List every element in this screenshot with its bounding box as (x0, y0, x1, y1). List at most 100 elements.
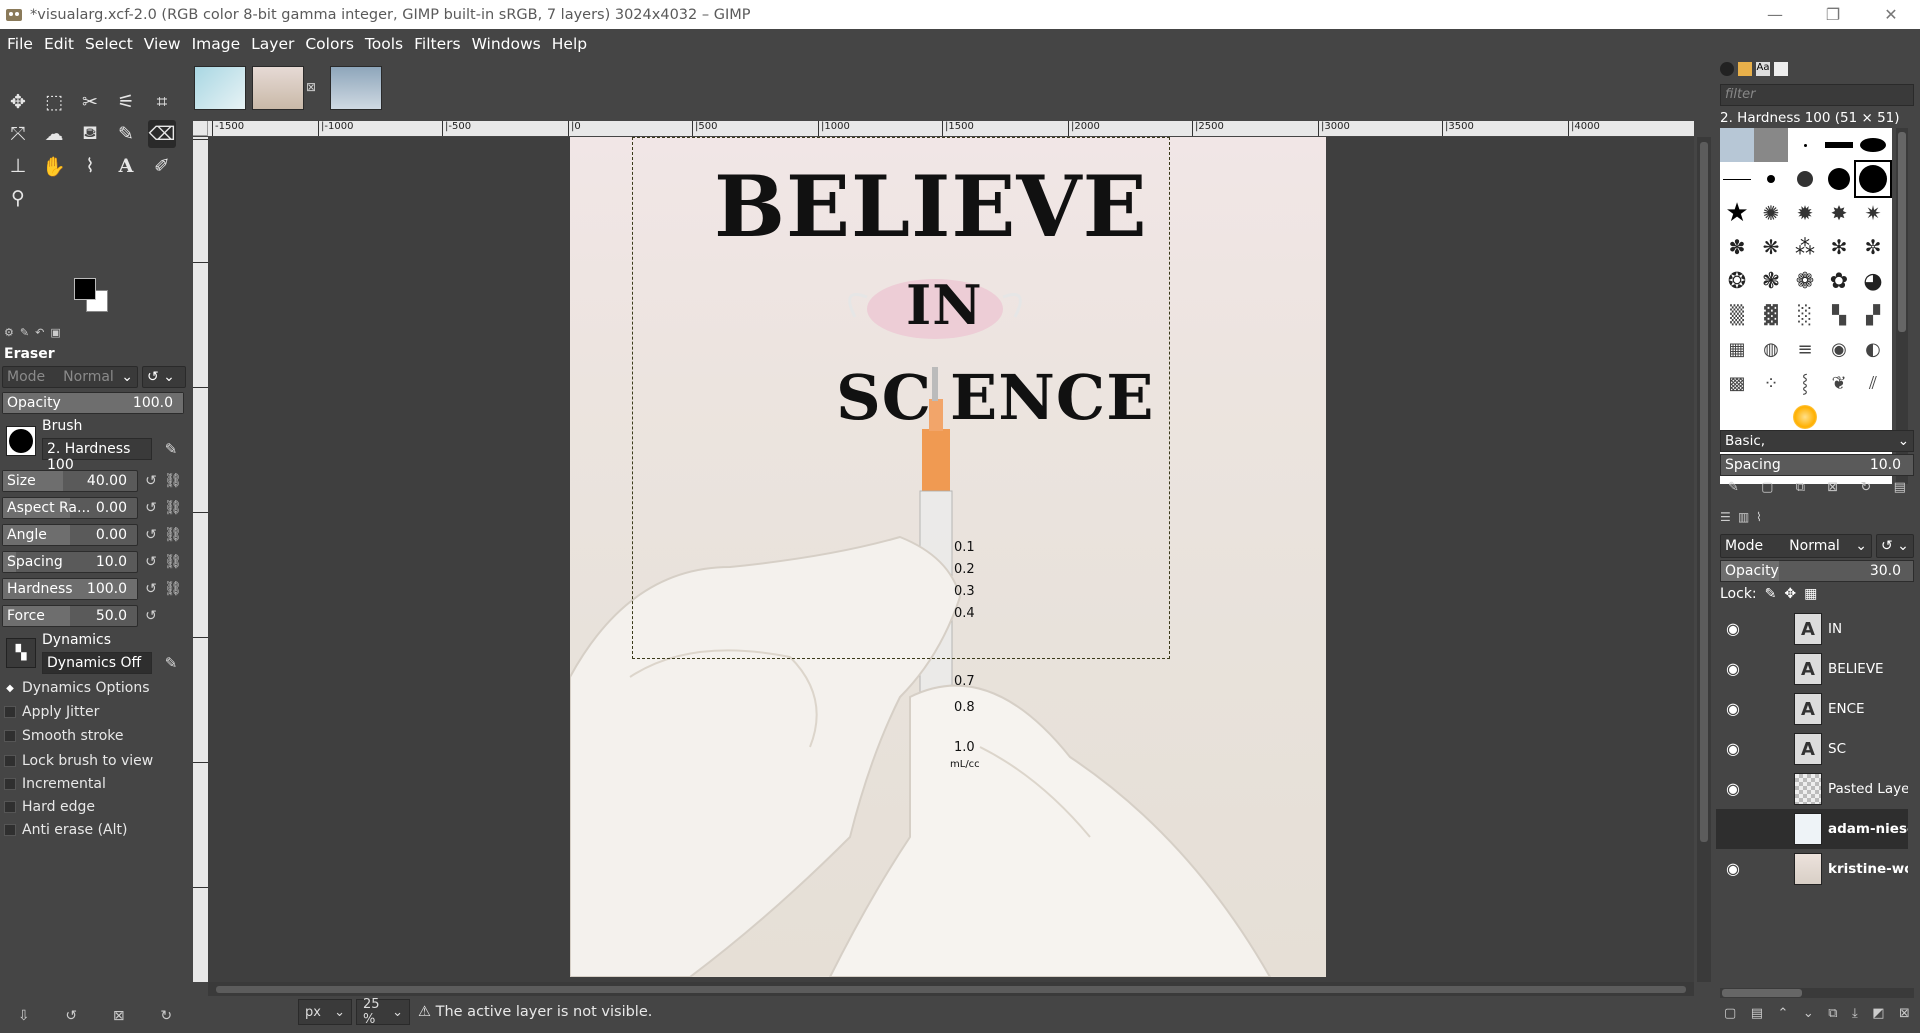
brush-cell[interactable]: ▓ (1754, 298, 1788, 332)
layers-tab-icon[interactable]: ☰ (1720, 510, 1734, 524)
text-tool-icon[interactable]: A (112, 152, 140, 180)
aspect-ratio-slider[interactable]: Aspect Ra... 0.00 (2, 497, 138, 519)
zoom-tool-icon[interactable]: ⚲ (4, 184, 32, 212)
menu-image[interactable]: Image (187, 35, 246, 53)
new-brush-icon[interactable]: ▢ (1761, 480, 1773, 500)
crop-tool-icon[interactable]: ⌗ (148, 88, 176, 116)
close-tab-icon[interactable]: ⊠ (306, 80, 316, 94)
move-tool-icon[interactable]: ✥ (4, 88, 32, 116)
delete-layer-icon[interactable]: ⊠ (1899, 1006, 1910, 1026)
brush-cell[interactable] (1754, 162, 1788, 196)
clone-tool-icon[interactable]: ⊥ (4, 152, 32, 180)
lock-alpha-icon[interactable]: ▦ (1804, 586, 1817, 602)
fg-bg-colors[interactable] (74, 278, 120, 322)
rect-select-tool-icon[interactable]: ⬚ (40, 88, 68, 116)
brush-cell[interactable]: ▩ (1720, 366, 1754, 400)
eraser-tool-icon[interactable]: ⌫ (148, 120, 176, 148)
smudge-tool-icon[interactable]: ✋ (40, 152, 68, 180)
delete-options-icon[interactable]: ⊠ (113, 1008, 125, 1030)
paths-tool-icon[interactable]: ⌇ (76, 152, 104, 180)
layer-row-selected[interactable]: ◉ adam-niescio (1716, 809, 1908, 849)
menu-tools[interactable]: Tools (360, 35, 408, 53)
brush-cell[interactable] (1788, 128, 1822, 162)
angle-slider[interactable]: Angle 0.00 (2, 524, 138, 546)
mode-select[interactable]: Mode Normal ⌄ (2, 366, 138, 388)
reset-spacing-icon[interactable]: ↺ (142, 551, 160, 573)
duplicate-brush-icon[interactable]: ⧉ (1796, 480, 1805, 500)
merge-layer-icon[interactable]: ⤓ (1852, 1006, 1858, 1026)
fuzzy-select-tool-icon[interactable]: ⚟ (112, 88, 140, 116)
link-hardness-icon[interactable]: ⛓ (164, 578, 182, 600)
warp-tool-icon[interactable]: ☁ (40, 120, 68, 148)
brush-cell[interactable]: ❦ (1822, 366, 1856, 400)
menu-windows[interactable]: Windows (467, 35, 546, 53)
brush-cell[interactable] (1720, 128, 1754, 162)
channels-tab-icon[interactable]: ▥ (1738, 510, 1752, 524)
scissors-tool-icon[interactable]: ✂ (76, 88, 104, 116)
anti-erase-checkbox[interactable]: Anti erase (Alt) (4, 820, 127, 840)
save-options-icon[interactable]: ⇩ (18, 1008, 30, 1030)
brush-preset-select[interactable]: Basic, ⌄ (1720, 430, 1914, 452)
image-tab-3[interactable] (330, 66, 382, 110)
layer-row[interactable]: ◉ A ENCE (1716, 689, 1908, 729)
force-slider[interactable]: Force 50.0 (2, 605, 138, 627)
lock-pixels-icon[interactable]: ✎ (1765, 586, 1777, 602)
brush-cell[interactable] (1754, 128, 1788, 162)
images-tab-icon[interactable]: ▣ (50, 326, 60, 339)
brush-cell[interactable] (1856, 128, 1890, 162)
paintbrush-tool-icon[interactable]: ✎ (112, 120, 140, 148)
minimize-button[interactable]: — (1746, 0, 1804, 29)
unified-transform-tool-icon[interactable]: ⤧ (4, 120, 32, 148)
brush-spacing-slider[interactable]: Spacing 10.0 (1720, 454, 1914, 476)
brush-cell[interactable]: ▒ (1720, 298, 1754, 332)
layer-row[interactable]: ◉ kristine-woo (1716, 849, 1908, 889)
device-status-tab-icon[interactable]: ✎ (20, 326, 29, 339)
horizontal-ruler[interactable]: -1500 |-1000 |-500 |0 |500 |1000 |1500 |… (208, 121, 1694, 136)
brush-cell[interactable] (1788, 400, 1822, 434)
layers-scrollbar[interactable] (1720, 988, 1914, 998)
brush-cell[interactable]: ≡ (1788, 332, 1822, 366)
brush-cell[interactable]: ✹ (1788, 196, 1822, 230)
brush-cell[interactable]: ✿ (1822, 264, 1856, 298)
link-angle-icon[interactable]: ⛓ (164, 524, 182, 546)
brush-cell[interactable]: ⫽ (1856, 366, 1890, 400)
delete-brush-icon[interactable]: ⊠ (1827, 480, 1838, 500)
reset-size-icon[interactable]: ↺ (142, 470, 160, 492)
refresh-brushes-icon[interactable]: ↻ (1860, 480, 1871, 500)
reset-options-icon[interactable]: ↻ (160, 1008, 172, 1030)
brush-cell[interactable]: ◐ (1856, 332, 1890, 366)
layer-mode-select[interactable]: Mode Normal ⌄ (1720, 534, 1872, 558)
link-size-icon[interactable]: ⛓ (164, 470, 182, 492)
undo-history-tab-icon[interactable]: ↶ (35, 326, 44, 339)
layer-row[interactable]: ◉ Pasted Layer (1716, 769, 1908, 809)
eye-visible-icon[interactable]: ◉ (1726, 779, 1748, 799)
link-aspect-icon[interactable]: ⛓ (164, 497, 182, 519)
brush-cell[interactable]: ❃ (1754, 264, 1788, 298)
smooth-stroke-checkbox[interactable]: Smooth stroke (4, 726, 124, 746)
brush-cell[interactable]: ▚ (1822, 298, 1856, 332)
reset-hardness-icon[interactable]: ↺ (142, 578, 160, 600)
link-spacing-icon[interactable]: ⛓ (164, 551, 182, 573)
dynamics-options-toggle[interactable]: ◆ Dynamics Options (4, 678, 149, 698)
brush-cell-selected[interactable] (1854, 160, 1892, 198)
canvas-area[interactable]: 0.1 0.2 0.3 0.4 0.7 0.8 1.0 mL/cc BELIEV… (208, 137, 1694, 982)
brush-cell[interactable]: ✷ (1856, 196, 1890, 230)
duplicate-layer-icon[interactable]: ⧉ (1828, 1006, 1837, 1026)
new-group-icon[interactable]: ▤ (1751, 1006, 1763, 1026)
menu-file[interactable]: File (2, 35, 38, 53)
brush-cell[interactable]: ▦ (1720, 332, 1754, 366)
vertical-scrollbar[interactable] (1697, 137, 1711, 982)
vertical-ruler[interactable] (193, 137, 208, 982)
brush-cell[interactable]: ✼ (1856, 230, 1890, 264)
size-slider[interactable]: Size 40.00 (2, 470, 138, 492)
menu-help[interactable]: Help (547, 35, 592, 53)
tool-options-tab-icon[interactable]: ⚙ (4, 326, 14, 339)
brush-cell[interactable]: ❂ (1720, 264, 1754, 298)
horizontal-scrollbar[interactable] (208, 982, 1694, 996)
hardness-slider[interactable]: Hardness 100.0 (2, 578, 138, 600)
brush-cell[interactable]: ❋ (1754, 230, 1788, 264)
brush-cell[interactable] (1822, 128, 1856, 162)
new-layer-icon[interactable]: ▢ (1724, 1006, 1736, 1026)
menu-layer[interactable]: Layer (246, 35, 299, 53)
reset-aspect-icon[interactable]: ↺ (142, 497, 160, 519)
